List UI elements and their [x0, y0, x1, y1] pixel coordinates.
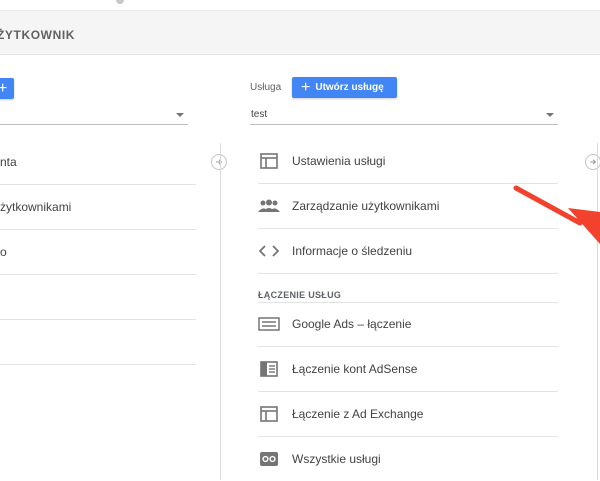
dot-icon	[116, 0, 124, 4]
service-item-label: Ustawienia usługi	[292, 154, 386, 168]
link-item-label: Łączenie z Ad Exchange	[292, 407, 424, 421]
create-account-button[interactable]: +	[0, 78, 14, 99]
left-item-empty[interactable]	[0, 320, 196, 365]
service-label: Usługa	[250, 82, 282, 93]
annotation-arrow-icon	[513, 185, 600, 244]
code-icon	[258, 241, 280, 261]
account-select[interactable]	[0, 106, 188, 125]
header-title: żytkownik	[0, 28, 76, 42]
plus-icon: +	[301, 78, 311, 96]
link-item-google-ads[interactable]: Google Ads – łączenie	[258, 302, 558, 347]
ad-exchange-icon	[258, 404, 280, 424]
column-divider	[220, 143, 221, 480]
service-select[interactable]: test	[250, 106, 558, 125]
left-item-account-settings[interactable]: nta	[0, 140, 196, 185]
create-service-button[interactable]: + Utwórz usługę	[292, 77, 397, 98]
link-item-all-products[interactable]: Wszystkie usługi	[258, 437, 558, 481]
left-item-user-management[interactable]: żytkownikami	[0, 185, 196, 230]
link-item-ad-exchange[interactable]: Łączenie z Ad Exchange	[258, 392, 558, 437]
chevron-down-icon	[176, 113, 184, 117]
admin-header: żytkownik	[0, 11, 600, 55]
plus-icon: +	[0, 79, 8, 97]
google-ads-icon	[258, 314, 280, 334]
link-item-label: Google Ads – łączenie	[292, 317, 412, 331]
left-item-empty[interactable]	[0, 275, 196, 320]
service-item-label: Informacje o śledzeniu	[292, 244, 413, 258]
left-item-label: nta	[0, 155, 17, 169]
link-item-label: Łączenie kont AdSense	[292, 362, 418, 376]
adsense-icon	[258, 359, 280, 379]
link-item-label: Wszystkie usługi	[292, 452, 381, 466]
left-item-label: o	[0, 245, 7, 259]
users-icon	[258, 196, 280, 216]
link-item-adsense[interactable]: Łączenie kont AdSense	[258, 347, 558, 392]
section-title-product-linking: ŁĄCZENIE USŁUG	[258, 290, 342, 300]
all-products-icon	[258, 449, 280, 469]
chevron-down-icon	[546, 113, 554, 117]
expand-account-icon[interactable]	[211, 154, 227, 170]
left-item-label: żytkownikami	[0, 200, 72, 214]
top-strip	[0, 0, 600, 11]
create-service-label: Utwórz usługę	[315, 82, 384, 93]
left-item-filters[interactable]: o	[0, 230, 196, 275]
service-item-label: Zarządzanie użytkownikami	[292, 199, 440, 213]
service-settings-icon	[258, 151, 280, 171]
service-select-value: test	[251, 109, 268, 120]
